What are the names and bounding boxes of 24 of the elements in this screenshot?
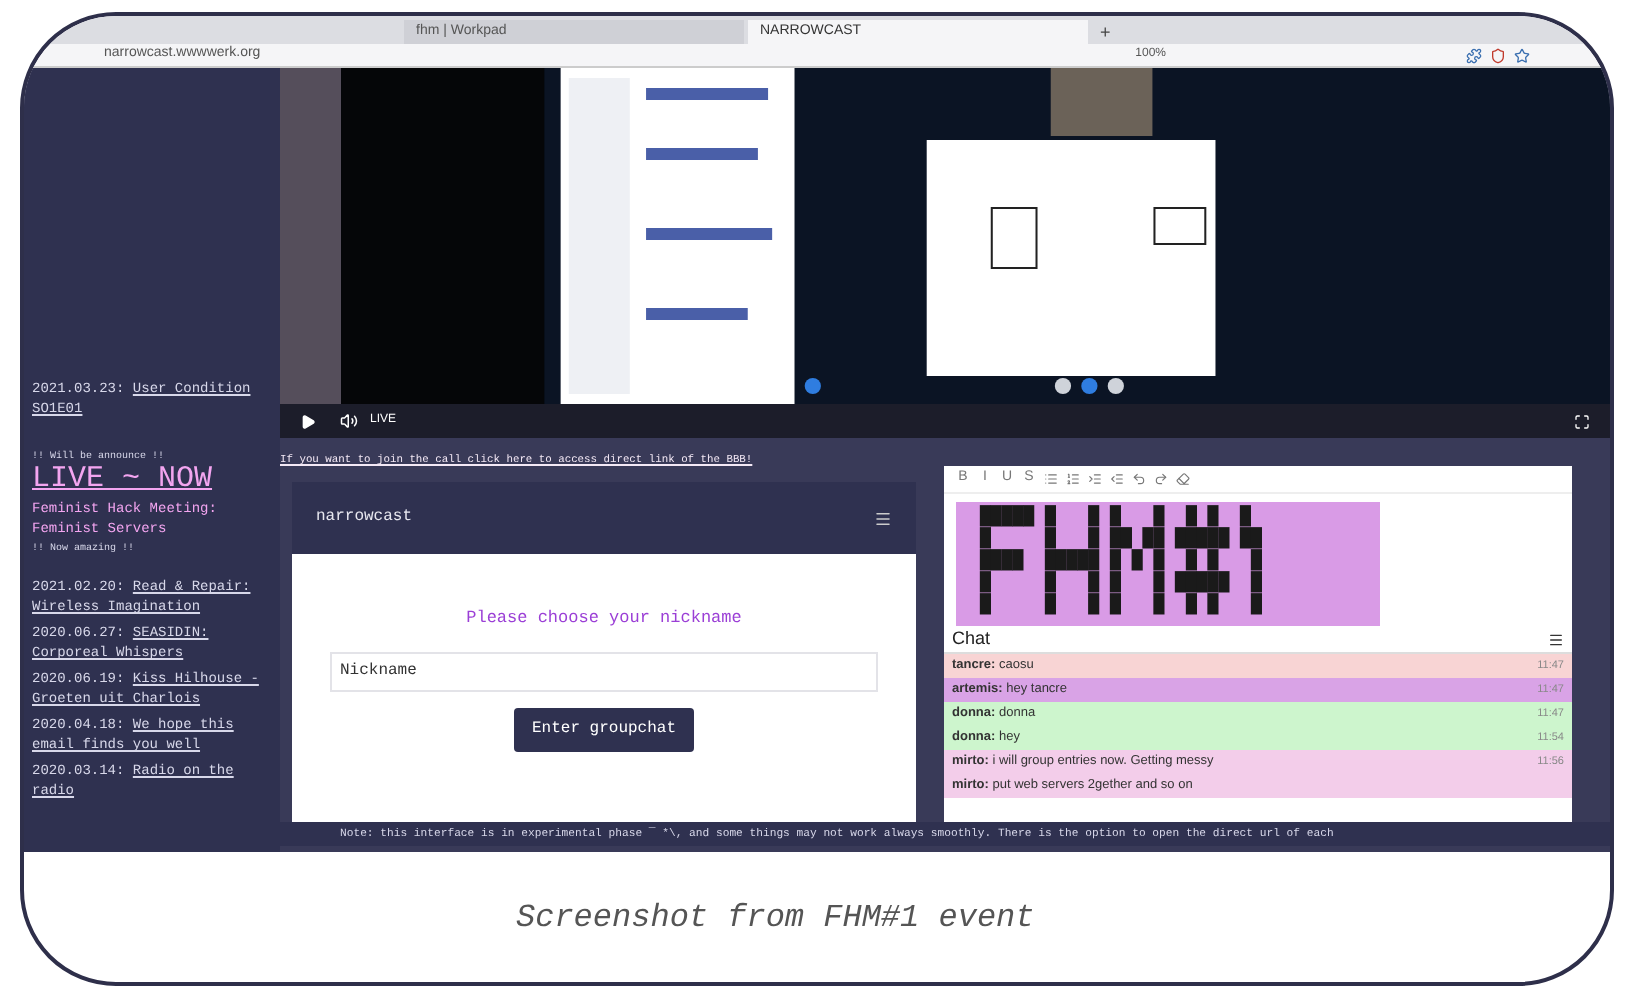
- ascii-art: █████ █ █ █ █ █ █ █ █ █ █ ██ ██ █████ ██ ████ █████ █ █ █ █ █ █ █ █ █ █ █ █████ █ █ █ █ █ █ █ █ █: [956, 502, 1380, 626]
- play-icon[interactable]: [300, 413, 316, 429]
- eraser-icon[interactable]: [1176, 472, 1190, 486]
- menu-icon[interactable]: [1548, 631, 1564, 647]
- new-tab-button[interactable]: +: [1092, 20, 1119, 44]
- numbered-list-icon[interactable]: [1066, 472, 1080, 486]
- list-icon[interactable]: [1044, 472, 1058, 486]
- chat-title: Chat: [952, 625, 991, 652]
- nickname-prompt: Please choose your nickname: [466, 606, 742, 632]
- extension-icon[interactable]: [1466, 47, 1482, 63]
- menu-icon[interactable]: [874, 509, 892, 527]
- fullscreen-icon[interactable]: [1574, 413, 1590, 429]
- live-title: LIVE ~ NOW: [32, 464, 215, 496]
- redo-icon[interactable]: [1154, 472, 1168, 486]
- enter-groupchat-button[interactable]: Enter groupchat: [513, 707, 694, 752]
- star-icon[interactable]: [1514, 47, 1530, 63]
- volume-icon[interactable]: [340, 412, 358, 430]
- caption: Screenshot from FHM#1 event: [516, 897, 1035, 939]
- nickname-field[interactable]: Nickname: [330, 651, 878, 692]
- indent-icon[interactable]: [1088, 472, 1102, 486]
- panel-title: narrowcast: [316, 506, 413, 530]
- outdent-icon[interactable]: [1110, 472, 1124, 486]
- undo-icon[interactable]: [1132, 472, 1146, 486]
- shield-icon[interactable]: [1490, 47, 1506, 63]
